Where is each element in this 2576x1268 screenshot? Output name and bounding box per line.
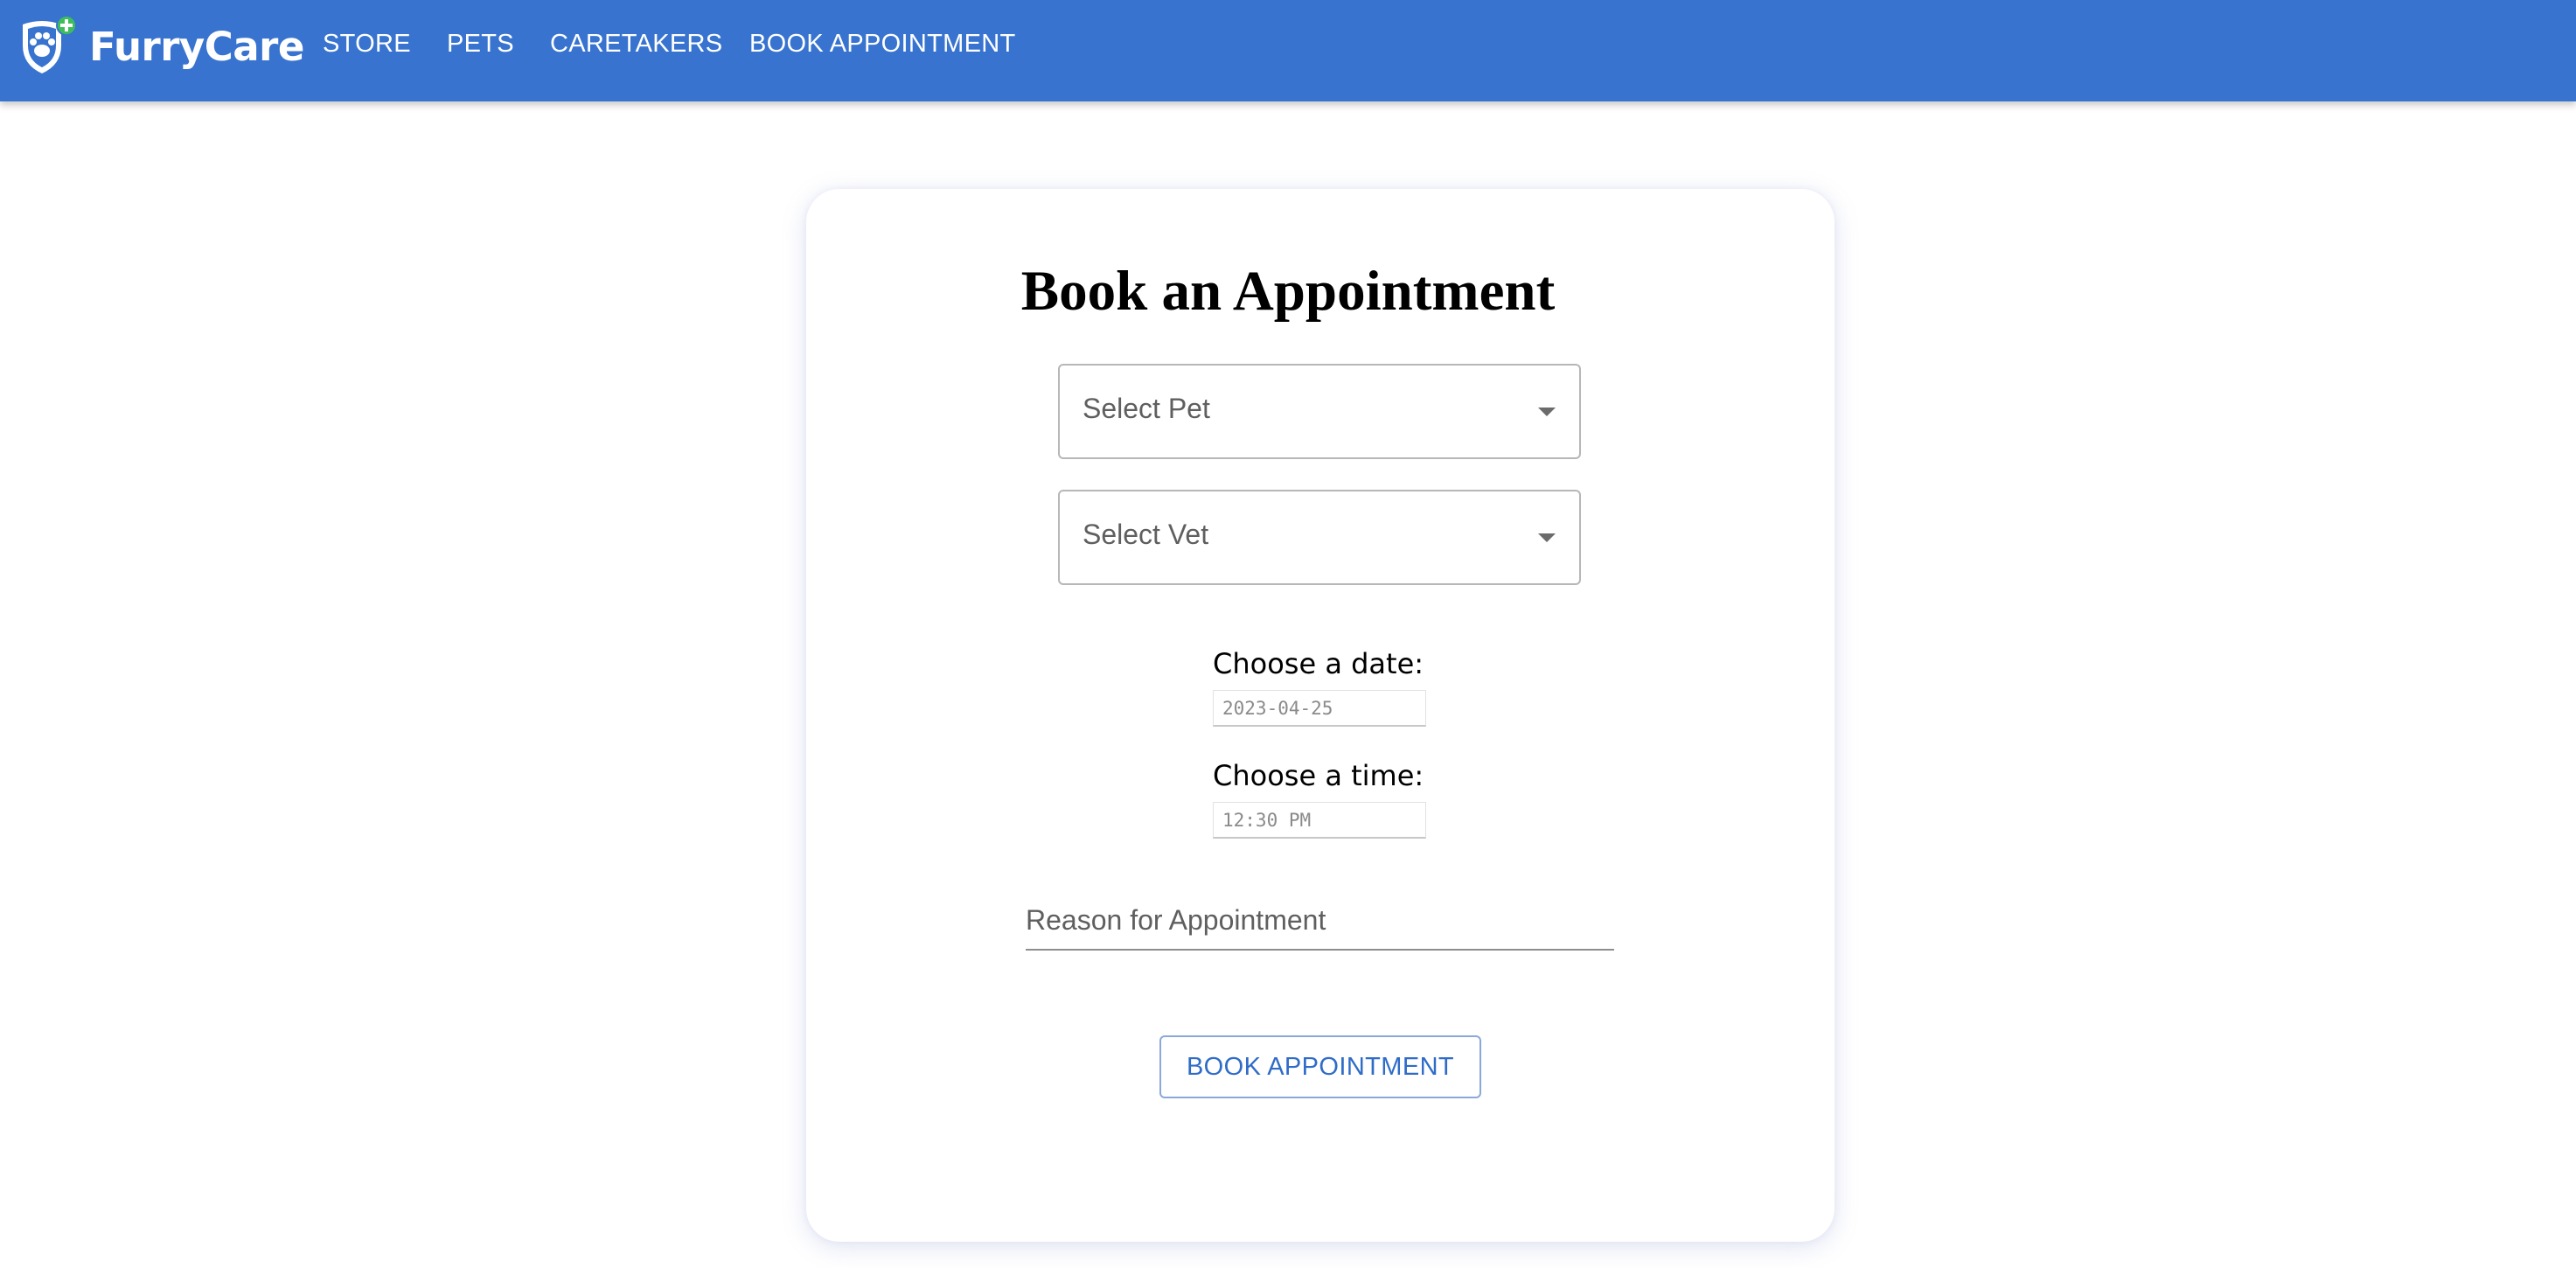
page-title: Book an Appointment: [1020, 260, 1556, 323]
nav-book-appointment[interactable]: BOOK APPOINTMENT: [749, 30, 1016, 59]
nav-store[interactable]: STORE: [323, 30, 411, 59]
brand-logo[interactable]: FurryCare: [17, 15, 304, 77]
date-label: Choose a date:: [1213, 647, 1424, 680]
select-vet-placeholder: Select Vet: [1083, 519, 1209, 550]
select-vet-dropdown[interactable]: Select Vet: [1058, 490, 1581, 585]
date-input-value: 2023-04-25: [1222, 698, 1333, 719]
time-input[interactable]: 12:30 PM: [1213, 802, 1426, 839]
dropdown-arrow-icon: [1538, 408, 1556, 416]
brand-name: FurryCare: [89, 23, 304, 70]
nav-pets[interactable]: PETS: [447, 30, 514, 59]
select-pet-dropdown[interactable]: Select Pet: [1058, 364, 1581, 459]
time-label: Choose a time:: [1213, 759, 1424, 792]
reason-placeholder: Reason for Appointment: [1026, 904, 1326, 936]
nav-caretakers[interactable]: CARETAKERS: [550, 30, 722, 59]
time-input-value: 12:30 PM: [1222, 810, 1312, 831]
book-appointment-button[interactable]: BOOK APPOINTMENT: [1159, 1035, 1481, 1098]
date-input[interactable]: 2023-04-25: [1213, 690, 1426, 727]
shield-paw-icon: [17, 15, 80, 77]
book-appointment-button-label: BOOK APPOINTMENT: [1186, 1052, 1455, 1081]
select-pet-placeholder: Select Pet: [1083, 393, 1210, 424]
top-navbar: FurryCare STORE PETS CARETAKERS BOOK APP…: [0, 0, 2576, 101]
reason-input[interactable]: Reason for Appointment: [1026, 898, 1614, 951]
dropdown-arrow-icon: [1538, 533, 1556, 542]
